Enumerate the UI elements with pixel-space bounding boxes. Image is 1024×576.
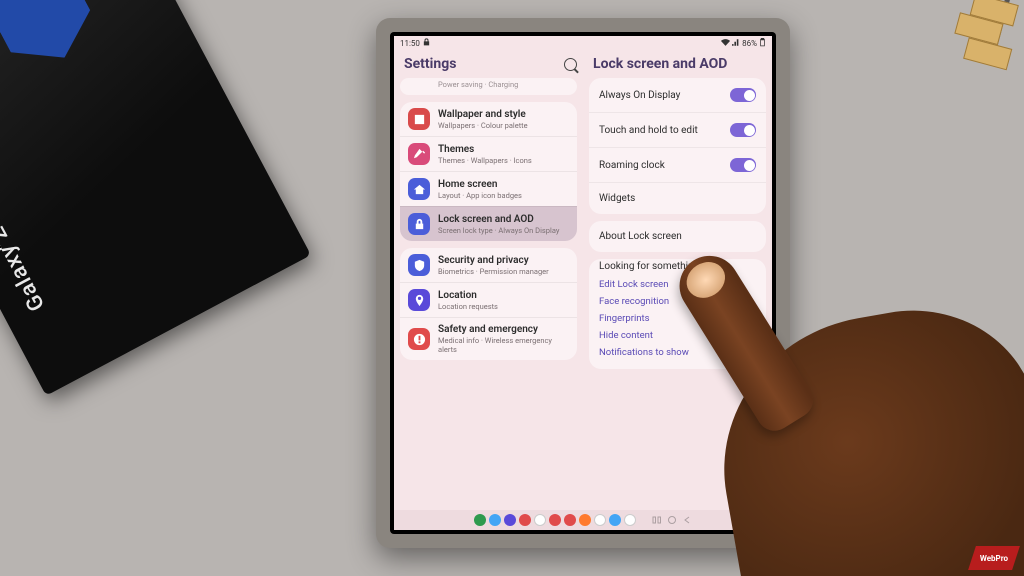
toggle-label: Roaming clock xyxy=(599,160,665,171)
product-box: Galaxy Z Fold6 xyxy=(0,0,311,396)
dock-app-icon[interactable] xyxy=(504,514,516,526)
dock-app-icon[interactable] xyxy=(594,514,606,526)
settings-row-location[interactable]: LocationLocation requests xyxy=(400,282,577,317)
dock-app-icon[interactable] xyxy=(624,514,636,526)
dock-app-icon[interactable] xyxy=(489,514,501,526)
row-title: Safety and emergency xyxy=(438,324,569,336)
settings-group-1: Wallpaper and styleWallpapers · Colour p… xyxy=(400,102,577,241)
nav-home-icon[interactable] xyxy=(667,515,678,526)
home-icon xyxy=(408,178,430,200)
settings-group-0: Power saving · Charging xyxy=(400,78,577,95)
dock-app-icon[interactable] xyxy=(474,514,486,526)
dock-app-icon[interactable] xyxy=(609,514,621,526)
themes-icon xyxy=(408,143,430,165)
screen: 11:50 86% xyxy=(394,36,772,530)
links-title: Looking for something else? xyxy=(599,261,756,272)
row-subtitle: Screen lock type · Always On Display xyxy=(438,226,559,235)
row-subtitle: Wallpapers · Colour palette xyxy=(438,121,528,130)
nav-recents-icon[interactable] xyxy=(652,515,663,526)
toggle-row[interactable]: Roaming clock xyxy=(589,147,766,182)
device-frame: 11:50 86% xyxy=(376,18,790,548)
status-bar: 11:50 86% xyxy=(394,36,772,50)
related-link[interactable]: Face recognition xyxy=(599,293,756,310)
toggle-label: Touch and hold to edit xyxy=(599,125,698,136)
detail-pane: Lock screen and AOD Always On Display Tou… xyxy=(583,50,772,510)
toggle-switch[interactable] xyxy=(730,158,756,172)
nav-back-icon[interactable] xyxy=(682,515,693,526)
battery-icon xyxy=(759,38,766,49)
toggle-label: Widgets xyxy=(599,193,635,204)
dock-app-icon[interactable] xyxy=(519,514,531,526)
toggle-group: Always On Display Touch and hold to edit R… xyxy=(589,78,766,214)
about-row[interactable]: About Lock screen xyxy=(589,221,766,252)
row-title: Home screen xyxy=(438,179,522,191)
status-battery: 86% xyxy=(742,39,757,48)
detail-title: Lock screen and AOD xyxy=(593,56,727,72)
channel-badge: WebPro xyxy=(968,546,1020,570)
row-subtitle: Layout · App icon badges xyxy=(438,191,522,200)
taskbar xyxy=(394,510,772,530)
related-link[interactable]: Edit Lock screen xyxy=(599,276,756,293)
settings-pane: Settings Power saving · Charging Wallpap… xyxy=(394,50,583,510)
row-title: Wallpaper and style xyxy=(438,109,528,121)
emergency-icon xyxy=(408,328,430,350)
settings-row-emergency[interactable]: Safety and emergencyMedical info · Wirel… xyxy=(400,317,577,360)
toggle-row[interactable]: Always On Display xyxy=(589,78,766,112)
lock-icon xyxy=(408,213,430,235)
row-subtitle: Themes · Wallpapers · Icons xyxy=(438,156,532,165)
related-link[interactable]: Fingerprints xyxy=(599,310,756,327)
truncated-item[interactable]: Power saving · Charging xyxy=(400,78,577,95)
about-group: About Lock screen xyxy=(589,221,766,252)
links-group: Looking for something else? Edit Lock sc… xyxy=(589,259,766,369)
row-title: Location xyxy=(438,290,498,302)
row-title: Themes xyxy=(438,144,532,156)
settings-title: Settings xyxy=(404,56,456,72)
box-badge-icon xyxy=(0,0,104,79)
wallpaper-icon xyxy=(408,108,430,130)
search-icon[interactable] xyxy=(564,58,577,71)
related-link[interactable]: Notifications to show xyxy=(599,344,756,361)
shield-icon xyxy=(408,254,430,276)
row-subtitle: Location requests xyxy=(438,302,498,311)
settings-row-shield[interactable]: Security and privacyBiometrics · Permiss… xyxy=(400,248,577,282)
box-product-name: Galaxy Z Fold6 xyxy=(0,163,50,315)
row-title: Lock screen and AOD xyxy=(438,214,559,226)
related-link[interactable]: Hide content xyxy=(599,327,756,344)
row-subtitle: Medical info · Wireless emergency alerts xyxy=(438,336,569,354)
settings-row-home[interactable]: Home screenLayout · App icon badges xyxy=(400,171,577,206)
toggle-switch[interactable] xyxy=(730,88,756,102)
lock-icon xyxy=(423,38,430,48)
wooden-prop xyxy=(921,0,1024,113)
dock-app-icon[interactable] xyxy=(564,514,576,526)
row-subtitle: Biometrics · Permission manager xyxy=(438,267,549,276)
location-icon xyxy=(408,289,430,311)
row-title: Security and privacy xyxy=(438,255,549,267)
toggle-label: Always On Display xyxy=(599,90,680,101)
dock-app-icon[interactable] xyxy=(549,514,561,526)
about-label: About Lock screen xyxy=(599,231,682,242)
toggle-row[interactable]: Touch and hold to edit xyxy=(589,112,766,147)
settings-row-wallpaper[interactable]: Wallpaper and styleWallpapers · Colour p… xyxy=(400,102,577,136)
dock-app-icon[interactable] xyxy=(534,514,546,526)
dock-app-icon[interactable] xyxy=(579,514,591,526)
status-time: 11:50 xyxy=(400,39,420,48)
toggle-row[interactable]: Widgets xyxy=(589,182,766,214)
dock xyxy=(474,514,636,526)
toggle-switch[interactable] xyxy=(730,123,756,137)
settings-row-themes[interactable]: ThemesThemes · Wallpapers · Icons xyxy=(400,136,577,171)
wifi-icon xyxy=(721,39,730,48)
settings-group-2: Security and privacyBiometrics · Permiss… xyxy=(400,248,577,360)
settings-row-lock[interactable]: Lock screen and AODScreen lock type · Al… xyxy=(400,206,577,241)
signal-icon xyxy=(732,39,740,48)
